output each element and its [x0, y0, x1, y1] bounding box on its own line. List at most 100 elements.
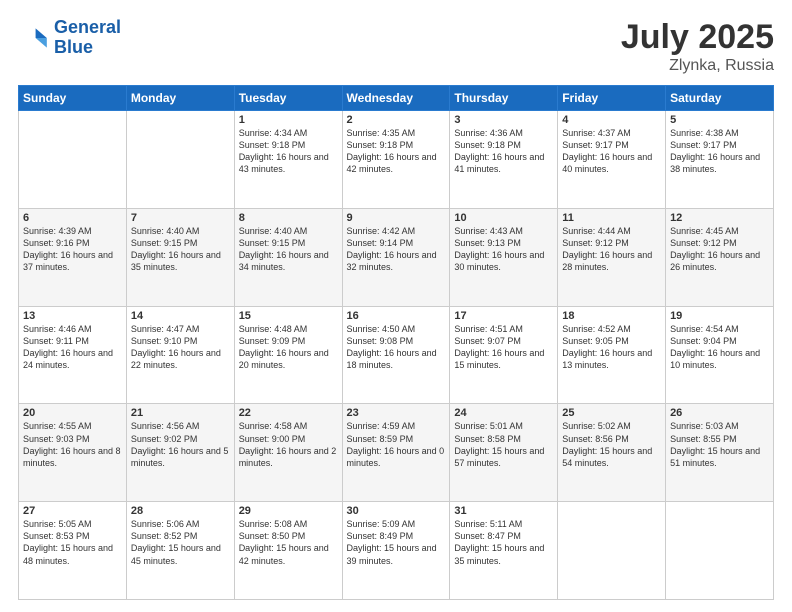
cell-info: Sunrise: 4:43 AM Sunset: 9:13 PM Dayligh… [454, 225, 553, 274]
cell-info: Sunrise: 4:51 AM Sunset: 9:07 PM Dayligh… [454, 323, 553, 372]
day-number: 11 [562, 212, 661, 224]
main-title: July 2025 [621, 18, 774, 57]
calendar-cell: 20Sunrise: 4:55 AM Sunset: 9:03 PM Dayli… [19, 404, 127, 502]
calendar-cell: 23Sunrise: 4:59 AM Sunset: 8:59 PM Dayli… [342, 404, 450, 502]
cell-info: Sunrise: 5:09 AM Sunset: 8:49 PM Dayligh… [347, 518, 446, 567]
day-number: 28 [131, 505, 230, 517]
title-block: July 2025 Zlynka, Russia [621, 18, 774, 75]
cell-info: Sunrise: 4:55 AM Sunset: 9:03 PM Dayligh… [23, 420, 122, 469]
calendar-cell [558, 502, 666, 600]
cell-info: Sunrise: 5:03 AM Sunset: 8:55 PM Dayligh… [670, 420, 769, 469]
day-number: 2 [347, 114, 446, 126]
calendar-table: SundayMondayTuesdayWednesdayThursdayFrid… [18, 85, 774, 600]
day-number: 22 [239, 407, 338, 419]
weekday-header-monday: Monday [126, 86, 234, 111]
day-number: 3 [454, 114, 553, 126]
day-number: 18 [562, 310, 661, 322]
cell-info: Sunrise: 4:54 AM Sunset: 9:04 PM Dayligh… [670, 323, 769, 372]
calendar-cell: 29Sunrise: 5:08 AM Sunset: 8:50 PM Dayli… [234, 502, 342, 600]
day-number: 31 [454, 505, 553, 517]
logo-line1: General [54, 18, 121, 38]
calendar-cell: 8Sunrise: 4:40 AM Sunset: 9:15 PM Daylig… [234, 208, 342, 306]
cell-info: Sunrise: 4:36 AM Sunset: 9:18 PM Dayligh… [454, 127, 553, 176]
day-number: 10 [454, 212, 553, 224]
calendar-cell: 3Sunrise: 4:36 AM Sunset: 9:18 PM Daylig… [450, 111, 558, 209]
day-number: 13 [23, 310, 122, 322]
weekday-header-tuesday: Tuesday [234, 86, 342, 111]
day-number: 21 [131, 407, 230, 419]
day-number: 23 [347, 407, 446, 419]
calendar-cell: 21Sunrise: 4:56 AM Sunset: 9:02 PM Dayli… [126, 404, 234, 502]
cell-info: Sunrise: 4:50 AM Sunset: 9:08 PM Dayligh… [347, 323, 446, 372]
weekday-header-saturday: Saturday [666, 86, 774, 111]
cell-info: Sunrise: 4:34 AM Sunset: 9:18 PM Dayligh… [239, 127, 338, 176]
day-number: 27 [23, 505, 122, 517]
calendar-week-3: 13Sunrise: 4:46 AM Sunset: 9:11 PM Dayli… [19, 306, 774, 404]
cell-info: Sunrise: 4:39 AM Sunset: 9:16 PM Dayligh… [23, 225, 122, 274]
calendar-cell: 1Sunrise: 4:34 AM Sunset: 9:18 PM Daylig… [234, 111, 342, 209]
calendar-cell: 28Sunrise: 5:06 AM Sunset: 8:52 PM Dayli… [126, 502, 234, 600]
calendar-cell: 10Sunrise: 4:43 AM Sunset: 9:13 PM Dayli… [450, 208, 558, 306]
calendar-cell: 9Sunrise: 4:42 AM Sunset: 9:14 PM Daylig… [342, 208, 450, 306]
calendar-week-1: 1Sunrise: 4:34 AM Sunset: 9:18 PM Daylig… [19, 111, 774, 209]
day-number: 25 [562, 407, 661, 419]
day-number: 6 [23, 212, 122, 224]
calendar-cell: 11Sunrise: 4:44 AM Sunset: 9:12 PM Dayli… [558, 208, 666, 306]
location-subtitle: Zlynka, Russia [621, 57, 774, 75]
calendar-cell: 2Sunrise: 4:35 AM Sunset: 9:18 PM Daylig… [342, 111, 450, 209]
weekday-header-wednesday: Wednesday [342, 86, 450, 111]
logo-text: General Blue [54, 18, 121, 58]
cell-info: Sunrise: 4:48 AM Sunset: 9:09 PM Dayligh… [239, 323, 338, 372]
day-number: 30 [347, 505, 446, 517]
weekday-header-row: SundayMondayTuesdayWednesdayThursdayFrid… [19, 86, 774, 111]
calendar-week-5: 27Sunrise: 5:05 AM Sunset: 8:53 PM Dayli… [19, 502, 774, 600]
cell-info: Sunrise: 4:38 AM Sunset: 9:17 PM Dayligh… [670, 127, 769, 176]
logo-line2: Blue [54, 38, 121, 58]
weekday-header-thursday: Thursday [450, 86, 558, 111]
day-number: 29 [239, 505, 338, 517]
calendar-cell: 12Sunrise: 4:45 AM Sunset: 9:12 PM Dayli… [666, 208, 774, 306]
day-number: 19 [670, 310, 769, 322]
cell-info: Sunrise: 5:01 AM Sunset: 8:58 PM Dayligh… [454, 420, 553, 469]
cell-info: Sunrise: 5:02 AM Sunset: 8:56 PM Dayligh… [562, 420, 661, 469]
cell-info: Sunrise: 4:59 AM Sunset: 8:59 PM Dayligh… [347, 420, 446, 469]
calendar-cell [19, 111, 127, 209]
calendar-cell: 6Sunrise: 4:39 AM Sunset: 9:16 PM Daylig… [19, 208, 127, 306]
cell-info: Sunrise: 5:08 AM Sunset: 8:50 PM Dayligh… [239, 518, 338, 567]
day-number: 8 [239, 212, 338, 224]
cell-info: Sunrise: 4:58 AM Sunset: 9:00 PM Dayligh… [239, 420, 338, 469]
logo-icon [18, 22, 50, 54]
weekday-header-friday: Friday [558, 86, 666, 111]
calendar-cell: 17Sunrise: 4:51 AM Sunset: 9:07 PM Dayli… [450, 306, 558, 404]
cell-info: Sunrise: 4:45 AM Sunset: 9:12 PM Dayligh… [670, 225, 769, 274]
calendar-cell: 19Sunrise: 4:54 AM Sunset: 9:04 PM Dayli… [666, 306, 774, 404]
calendar-cell [126, 111, 234, 209]
calendar-cell: 25Sunrise: 5:02 AM Sunset: 8:56 PM Dayli… [558, 404, 666, 502]
page: General Blue July 2025 Zlynka, Russia Su… [0, 0, 792, 612]
day-number: 26 [670, 407, 769, 419]
calendar-cell: 31Sunrise: 5:11 AM Sunset: 8:47 PM Dayli… [450, 502, 558, 600]
cell-info: Sunrise: 4:35 AM Sunset: 9:18 PM Dayligh… [347, 127, 446, 176]
cell-info: Sunrise: 4:40 AM Sunset: 9:15 PM Dayligh… [239, 225, 338, 274]
day-number: 7 [131, 212, 230, 224]
cell-info: Sunrise: 5:05 AM Sunset: 8:53 PM Dayligh… [23, 518, 122, 567]
cell-info: Sunrise: 4:37 AM Sunset: 9:17 PM Dayligh… [562, 127, 661, 176]
cell-info: Sunrise: 4:46 AM Sunset: 9:11 PM Dayligh… [23, 323, 122, 372]
day-number: 1 [239, 114, 338, 126]
calendar-cell: 30Sunrise: 5:09 AM Sunset: 8:49 PM Dayli… [342, 502, 450, 600]
calendar-week-2: 6Sunrise: 4:39 AM Sunset: 9:16 PM Daylig… [19, 208, 774, 306]
day-number: 20 [23, 407, 122, 419]
logo: General Blue [18, 18, 121, 58]
day-number: 12 [670, 212, 769, 224]
calendar-cell: 16Sunrise: 4:50 AM Sunset: 9:08 PM Dayli… [342, 306, 450, 404]
day-number: 17 [454, 310, 553, 322]
day-number: 15 [239, 310, 338, 322]
cell-info: Sunrise: 4:56 AM Sunset: 9:02 PM Dayligh… [131, 420, 230, 469]
calendar-week-4: 20Sunrise: 4:55 AM Sunset: 9:03 PM Dayli… [19, 404, 774, 502]
day-number: 24 [454, 407, 553, 419]
calendar-cell: 15Sunrise: 4:48 AM Sunset: 9:09 PM Dayli… [234, 306, 342, 404]
cell-info: Sunrise: 5:06 AM Sunset: 8:52 PM Dayligh… [131, 518, 230, 567]
calendar-cell: 13Sunrise: 4:46 AM Sunset: 9:11 PM Dayli… [19, 306, 127, 404]
header: General Blue July 2025 Zlynka, Russia [18, 18, 774, 75]
calendar-cell: 26Sunrise: 5:03 AM Sunset: 8:55 PM Dayli… [666, 404, 774, 502]
